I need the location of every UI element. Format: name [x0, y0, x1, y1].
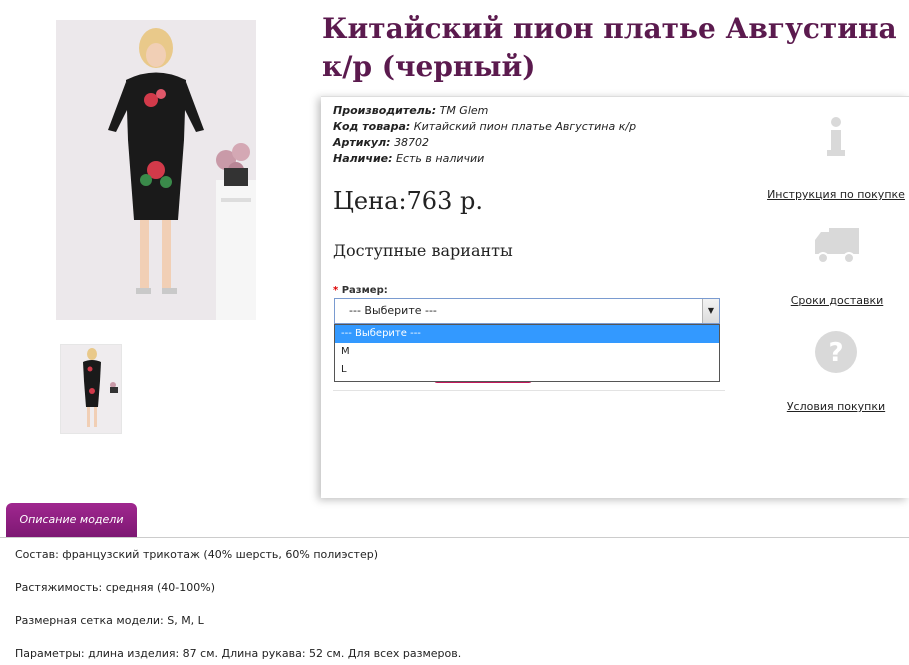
manufacturer-label: Производитель: [333, 104, 437, 117]
description-content: Состав: французский трикотаж (40% шерсть… [15, 548, 461, 665]
delivery-block: Сроки доставки [757, 226, 909, 307]
tab-description[interactable]: Описание модели [6, 503, 137, 537]
truck-icon [815, 228, 859, 264]
manufacturer-value[interactable]: TM Glem [440, 104, 489, 117]
required-mark: * [333, 285, 339, 296]
article-row: Артикул: 38702 [333, 135, 636, 151]
dress-photo [56, 20, 256, 320]
stretch-row: Растяжимость: средняя (40-100%) [15, 581, 461, 614]
instruction-block: Инструкция по покупке [756, 116, 909, 201]
params-row: Параметры: длина изделия: 87 см. Длина р… [15, 647, 461, 665]
size-option[interactable]: M [335, 343, 719, 361]
composition-row: Состав: французский трикотаж (40% шерсть… [15, 548, 461, 581]
sizes-row: Размерная сетка модели: S, M, L [15, 614, 461, 647]
dress-thumbnail-photo [61, 345, 121, 433]
article-label: Артикул: [333, 136, 391, 149]
size-select-value: --- Выберите --- [349, 304, 437, 317]
tab-divider [0, 537, 909, 538]
params-value: длина изделия: 87 см. Длина рукава: 52 с… [88, 647, 462, 660]
code-label: Код товара: [333, 120, 411, 133]
product-main-image[interactable] [56, 20, 256, 320]
stretch-value: средняя (40-100%) [105, 581, 216, 594]
stock-value: Есть в наличии [396, 152, 485, 165]
question-icon: ? [815, 331, 857, 373]
svg-text:?: ? [828, 338, 843, 368]
code-row: Код товара: Китайский пион платье Август… [333, 119, 636, 135]
info-icon [827, 117, 845, 156]
size-dropdown-list[interactable]: --- Выберите --- M L [334, 324, 720, 382]
code-value: Китайский пион платье Августина к/р [413, 120, 637, 133]
variants-heading: Доступные варианты [333, 241, 513, 260]
product-thumbnail[interactable] [60, 344, 122, 434]
size-label-text: Размер: [341, 285, 388, 296]
dropdown-arrow-icon[interactable]: ▼ [702, 299, 719, 323]
article-value: 38702 [394, 136, 430, 149]
stock-label: Наличие: [333, 152, 393, 165]
sizes-value: S, M, L [167, 614, 204, 627]
size-option[interactable]: L [335, 361, 719, 379]
conditions-block: ? Условия покупки [756, 330, 909, 413]
delivery-link[interactable]: Сроки доставки [757, 294, 909, 307]
instruction-link[interactable]: Инструкция по покупке [756, 188, 909, 201]
stock-row: Наличие: Есть в наличии [333, 151, 636, 167]
size-select[interactable]: --- Выберите --- ▼ [334, 298, 720, 324]
product-title: Китайский пион платье Августина к/р (чер… [322, 12, 897, 83]
manufacturer-row: Производитель: TM Glem [333, 103, 636, 119]
params-label: Параметры: [15, 647, 85, 660]
size-label: * Размер: [333, 285, 388, 296]
product-meta: Производитель: TM Glem Код товара: Китай… [333, 103, 636, 167]
divider [333, 390, 725, 391]
sizes-label: Размерная сетка модели: [15, 614, 164, 627]
stretch-label: Растяжимость: [15, 581, 103, 594]
conditions-link[interactable]: Условия покупки [756, 400, 909, 413]
composition-label: Состав: [15, 548, 59, 561]
product-price: Цена:763 р. [333, 187, 483, 215]
composition-value: французский трикотаж (40% шерсть, 60% по… [62, 548, 378, 561]
size-option[interactable]: --- Выберите --- [335, 325, 719, 343]
